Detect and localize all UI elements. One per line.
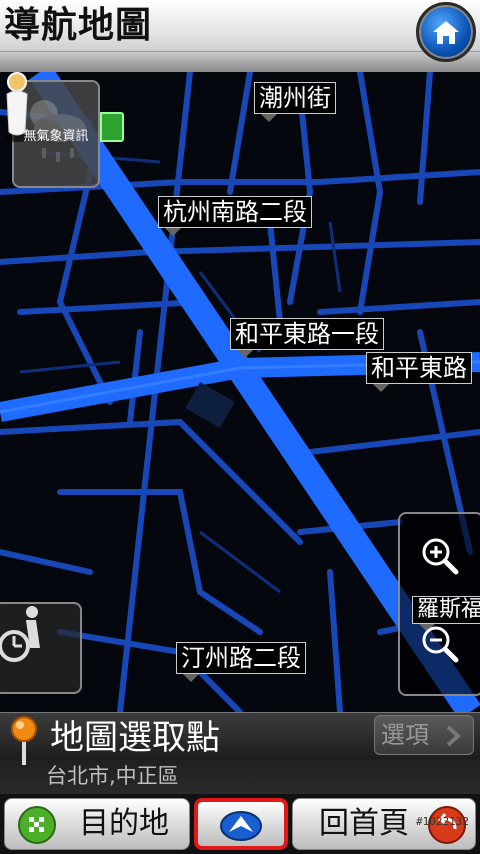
- map-view[interactable]: 無氣象資訊 潮州街 杭州南路二段 和平東路一段 和平東路 汀州路二段 羅斯福: [0, 72, 480, 712]
- view-mode-button[interactable]: [0, 602, 82, 694]
- bottom-toolbar: 目的地 回首頁 #1022132: [0, 794, 480, 854]
- selected-point-address: 台北市,中正區: [46, 764, 179, 788]
- zoom-in-button[interactable]: [420, 536, 464, 580]
- destination-label: 目的地: [79, 806, 169, 841]
- options-label: 選項: [381, 721, 429, 749]
- map-pin-icon: [11, 716, 37, 765]
- walking-mode-icon: [0, 606, 40, 662]
- home-button[interactable]: [416, 2, 476, 62]
- selected-point-title: 地圖選取點: [50, 718, 220, 758]
- home-icon: [433, 21, 459, 44]
- chevron-right-icon: [446, 725, 461, 747]
- app-title: 導航地圖: [4, 5, 153, 46]
- back-home-label: 回首頁: [319, 806, 409, 841]
- zoom-controls: 羅斯福: [398, 512, 480, 696]
- street-label: 潮州街: [254, 82, 336, 122]
- street-label: 羅斯福: [412, 596, 480, 632]
- header-divider: [0, 52, 480, 72]
- street-label: 和平東路: [366, 352, 472, 392]
- street-label: 杭州南路二段: [158, 196, 312, 236]
- title-bar: 導航地圖: [0, 0, 480, 52]
- back-home-button[interactable]: 回首頁 #1022132: [292, 798, 476, 850]
- destination-button[interactable]: 目的地: [4, 798, 190, 850]
- navigate-button[interactable]: [194, 798, 288, 850]
- weather-status: 無氣象資訊: [23, 128, 89, 144]
- weather-toggle-tab[interactable]: [100, 112, 124, 142]
- watermark: #1022132: [416, 815, 469, 828]
- navigation-arrow-icon: [220, 811, 262, 841]
- zoom-in-icon: [422, 538, 459, 575]
- street-label: 汀州路二段: [176, 642, 306, 682]
- options-button[interactable]: 選項: [374, 715, 474, 755]
- zoom-out-button[interactable]: [420, 624, 464, 668]
- street-label: 和平東路一段: [230, 318, 384, 358]
- checkered-flag-icon: [18, 806, 56, 844]
- selected-point-panel: 地圖選取點 台北市,中正區 選項: [0, 712, 480, 794]
- zoom-out-icon: [422, 626, 459, 663]
